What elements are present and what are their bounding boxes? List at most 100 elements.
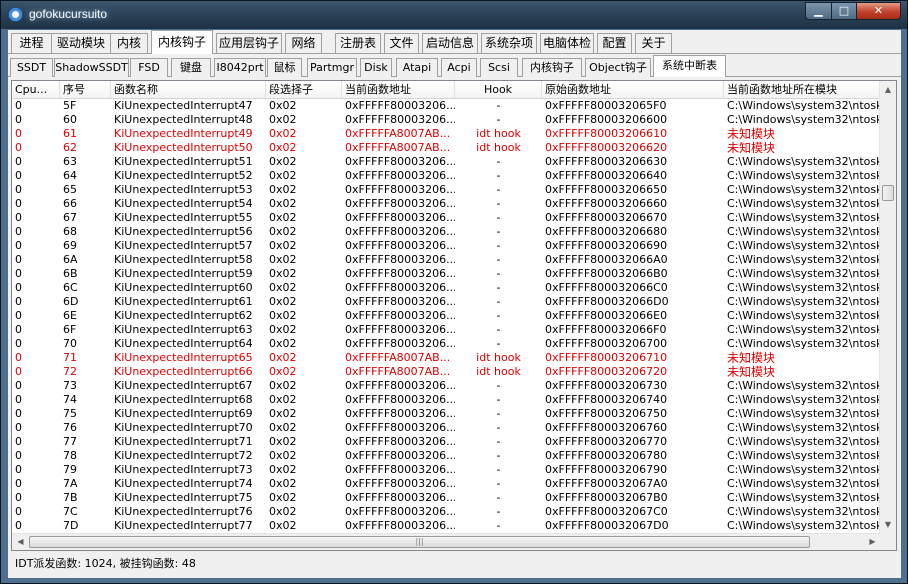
sub-tab-0[interactable]: SSDT (10, 58, 53, 77)
column-header-current-address[interactable]: 当前函数地址 (342, 81, 455, 98)
table-row[interactable]: 0 70 KiUnexpectedInterrupt64 0x02 0xFFFFF800… (12, 337, 880, 351)
horizontal-scroll-thumb[interactable]: ||| (29, 536, 810, 548)
table-row[interactable]: 0 7B KiUnexpectedInterrupt75 0x02 0xFFFFF800… (12, 491, 880, 505)
table-row[interactable]: 0 76 KiUnexpectedInterrupt70 0x02 0xFFFFF800… (12, 421, 880, 435)
close-button[interactable]: ✕ (856, 2, 901, 20)
column-header-hook[interactable]: Hook (455, 81, 542, 98)
cell-module: C:\Windows\system32\ntoskrnl (727, 253, 880, 266)
main-tab-0[interactable]: 进程 (11, 33, 52, 53)
scroll-down-arrow-icon[interactable]: ▼ (880, 516, 896, 533)
table-row[interactable]: 0 65 KiUnexpectedInterrupt53 0x02 0xFFFFF800… (12, 183, 880, 197)
table-row[interactable]: 0 61 KiUnexpectedInterrupt49 0x02 0xFFFFFA80… (12, 127, 880, 141)
table-row[interactable]: 0 74 KiUnexpectedInterrupt68 0x02 0xFFFFF800… (12, 393, 880, 407)
maximize-button[interactable]: □ (831, 2, 857, 20)
table-row[interactable]: 0 66 KiUnexpectedInterrupt54 0x02 0xFFFFF800… (12, 197, 880, 211)
table-row[interactable]: 0 79 KiUnexpectedInterrupt73 0x02 0xFFFFF800… (12, 463, 880, 477)
table-row[interactable]: 0 71 KiUnexpectedInterrupt65 0x02 0xFFFFFA80… (12, 351, 880, 365)
cell-index: 64 (63, 169, 77, 182)
table-row[interactable]: 0 6A KiUnexpectedInterrupt58 0x02 0xFFFFF800… (12, 253, 880, 267)
sub-tab-6[interactable]: Partmgr (307, 58, 357, 77)
table-row[interactable]: 0 6C KiUnexpectedInterrupt60 0x02 0xFFFFF800… (12, 281, 880, 295)
cell-cpu: 0 (15, 197, 22, 210)
sub-tab-3[interactable]: 键盘 (171, 58, 211, 77)
cell-index: 66 (63, 197, 77, 210)
table-row[interactable]: 0 75 KiUnexpectedInterrupt69 0x02 0xFFFFF800… (12, 407, 880, 421)
cell-module: C:\Windows\system32\ntoskrnl (727, 295, 880, 308)
minimize-button[interactable]: ▁ (805, 2, 832, 20)
table-row[interactable]: 0 72 KiUnexpectedInterrupt66 0x02 0xFFFFFA80… (12, 365, 880, 379)
table-row[interactable]: 0 5F KiUnexpectedInterrupt47 0x02 0xFFFFF800… (12, 99, 880, 113)
sub-tab-5[interactable]: 鼠标 (267, 58, 302, 77)
cell-hook: - (496, 155, 501, 168)
main-tab-3[interactable]: 内核钩子 (151, 30, 213, 54)
main-tab-8[interactable]: 启动信息 (422, 33, 478, 53)
sub-tab-1[interactable]: ShadowSSDT (54, 58, 129, 77)
main-tab-2[interactable]: 内核 (110, 33, 148, 53)
column-header-module[interactable]: 当前函数地址所在模块 (724, 81, 880, 98)
cell-index: 69 (63, 239, 77, 252)
cell-original-address: 0xFFFFF80003206680 (545, 225, 668, 238)
table-row[interactable]: 0 6E KiUnexpectedInterrupt62 0x02 0xFFFFF800… (12, 309, 880, 323)
main-tab-12[interactable]: 关于 (635, 33, 672, 53)
cell-function-name: KiUnexpectedInterrupt49 (114, 127, 253, 140)
cell-current-address: 0xFFFFF80003206... (345, 183, 455, 196)
main-tab-4[interactable]: 应用层钩子 (216, 33, 282, 53)
table-row[interactable]: 0 7D KiUnexpectedInterrupt77 0x02 0xFFFFF800… (12, 519, 880, 533)
table-row[interactable]: 0 6D KiUnexpectedInterrupt61 0x02 0xFFFFF800… (12, 295, 880, 309)
table-row[interactable]: 0 6F KiUnexpectedInterrupt63 0x02 0xFFFFF800… (12, 323, 880, 337)
table-header: Cpu... 序号 函数名称 段选择子 当前函数地址 Hook 原始函数地址 当前函数地址所在… (12, 81, 880, 99)
cell-index: 7A (63, 477, 78, 490)
column-header-function-name[interactable]: 函数名称 (111, 81, 266, 98)
table-row[interactable]: 0 78 KiUnexpectedInterrupt72 0x02 0xFFFFF800… (12, 449, 880, 463)
table-row[interactable]: 0 64 KiUnexpectedInterrupt52 0x02 0xFFFFF800… (12, 169, 880, 183)
table-row[interactable]: 0 68 KiUnexpectedInterrupt56 0x02 0xFFFFF800… (12, 225, 880, 239)
cell-index: 6C (63, 281, 78, 294)
sub-tab-13[interactable]: 系统中断表 (653, 55, 726, 77)
table-row[interactable]: 0 77 KiUnexpectedInterrupt71 0x02 0xFFFFF800… (12, 435, 880, 449)
table-row[interactable]: 0 60 KiUnexpectedInterrupt48 0x02 0xFFFFF800… (12, 113, 880, 127)
main-tab-10[interactable]: 电脑体检 (540, 33, 594, 53)
cell-module: C:\Windows\system32\ntoskrnl (727, 435, 880, 448)
sub-tab-2[interactable]: FSD (130, 58, 168, 77)
table-row[interactable]: 0 62 KiUnexpectedInterrupt50 0x02 0xFFFFFA80… (12, 141, 880, 155)
sub-tab-11[interactable]: 内核钩子 (522, 58, 582, 77)
sub-tab-4[interactable]: I8042prt (214, 58, 266, 77)
main-tab-11[interactable]: 配置 (597, 33, 632, 53)
table-row[interactable]: 0 6B KiUnexpectedInterrupt59 0x02 0xFFFFF800… (12, 267, 880, 281)
cell-selector: 0x02 (269, 253, 297, 266)
scroll-left-arrow-icon[interactable]: ◀ (12, 534, 29, 550)
horizontal-scrollbar[interactable]: ◀ ||| ▶ (12, 533, 881, 550)
table-row[interactable]: 0 73 KiUnexpectedInterrupt67 0x02 0xFFFFF800… (12, 379, 880, 393)
table-row[interactable]: 0 7C KiUnexpectedInterrupt76 0x02 0xFFFFF800… (12, 505, 880, 519)
vertical-scroll-thumb[interactable] (882, 185, 894, 201)
column-header-original-address[interactable]: 原始函数地址 (542, 81, 724, 98)
cell-module: 未知模块 (727, 351, 776, 365)
cell-cpu: 0 (15, 393, 22, 406)
sub-tab-7[interactable]: Disk (360, 58, 392, 77)
main-tab-1[interactable]: 驱动模块 (51, 33, 111, 53)
main-tab-7[interactable]: 文件 (384, 33, 419, 53)
column-header-cpu[interactable]: Cpu... (12, 81, 60, 98)
sub-tab-9[interactable]: Acpi (441, 58, 477, 77)
main-tab-6[interactable]: 注册表 (335, 33, 381, 53)
main-tab-9[interactable]: 系统杂项 (481, 33, 537, 53)
cell-selector: 0x02 (269, 239, 297, 252)
table-row[interactable]: 0 63 KiUnexpectedInterrupt51 0x02 0xFFFFF800… (12, 155, 880, 169)
column-header-selector[interactable]: 段选择子 (266, 81, 342, 98)
sub-tab-10[interactable]: Scsi (480, 58, 518, 77)
sub-tab-8[interactable]: Atapi (396, 58, 438, 77)
cell-function-name: KiUnexpectedInterrupt54 (114, 197, 253, 210)
table-row[interactable]: 0 7A KiUnexpectedInterrupt74 0x02 0xFFFFF800… (12, 477, 880, 491)
cell-current-address: 0xFFFFF80003206... (345, 211, 455, 224)
column-header-index[interactable]: 序号 (60, 81, 111, 98)
vertical-scrollbar[interactable]: ▲ ▼ (879, 81, 896, 533)
main-tab-5[interactable]: 网络 (285, 33, 322, 53)
scroll-up-arrow-icon[interactable]: ▲ (880, 81, 896, 98)
cell-current-address: 0xFFFFFA8007AB... (345, 351, 451, 364)
table-row[interactable]: 0 67 KiUnexpectedInterrupt55 0x02 0xFFFFF800… (12, 211, 880, 225)
table-row[interactable]: 0 69 KiUnexpectedInterrupt57 0x02 0xFFFFF800… (12, 239, 880, 253)
sub-tab-12[interactable]: Object钩子 (585, 58, 651, 77)
cell-index: 63 (63, 155, 77, 168)
cell-cpu: 0 (15, 505, 22, 518)
title-bar[interactable]: gofokucursuito ▁ □ ✕ (1, 1, 907, 29)
